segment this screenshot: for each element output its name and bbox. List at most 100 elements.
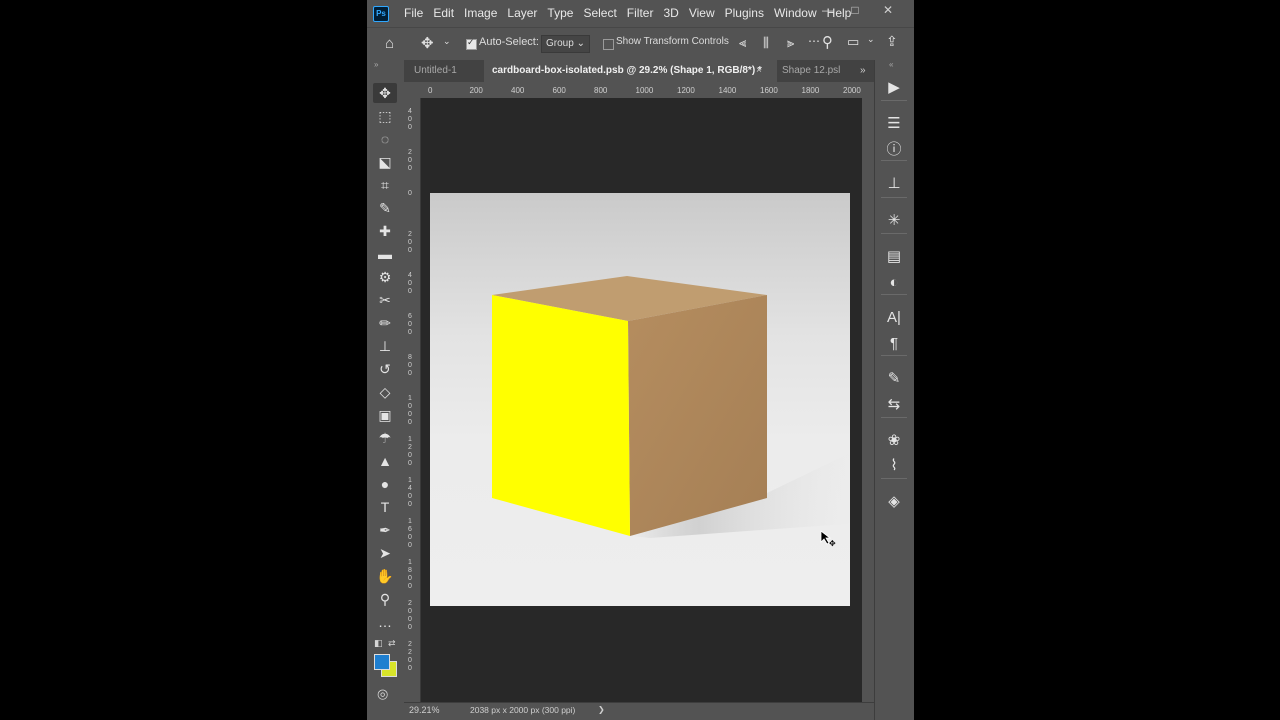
menu-items: File Edit Image Layer Type Select Filter… <box>399 0 856 27</box>
vertical-scrollbar[interactable] <box>862 98 874 702</box>
auto-select-checkbox[interactable] <box>466 37 477 50</box>
healing-brush-tool[interactable]: ▬ <box>373 244 397 264</box>
show-transform-checkbox[interactable] <box>603 39 614 50</box>
menu-3d[interactable]: 3D <box>658 0 683 27</box>
hand-tool[interactable]: ✋ <box>373 566 397 586</box>
paths-icon[interactable]: ⌇ <box>879 454 909 478</box>
auto-select-dropdown[interactable]: Group ⌄ <box>541 35 590 53</box>
align-center-icon[interactable]: ⫼ <box>763 35 769 51</box>
type-tool[interactable]: T <box>373 497 397 517</box>
share-icon[interactable]: ⇪ <box>886 33 898 50</box>
ruler-v-label: 4 0 0 <box>408 272 412 295</box>
menu-image[interactable]: Image <box>459 0 502 27</box>
marquee-tool[interactable]: ⬚ <box>373 106 397 126</box>
info-icon[interactable]: ⓘ <box>879 138 909 162</box>
document-canvas[interactable] <box>430 193 850 606</box>
dodge-tool[interactable]: ● <box>373 474 397 494</box>
ruler-h-label: 1400 <box>718 86 737 95</box>
panel-separator <box>881 100 907 101</box>
tab-cardboard-box[interactable]: cardboard-box-isolated.psb @ 29.2% (Shap… <box>484 60 777 82</box>
tab-shape-12[interactable]: Shape 12.psl <box>782 60 852 82</box>
adjustments-icon[interactable]: ☰ <box>879 112 909 136</box>
history-brush-tool[interactable]: ↺ <box>373 359 397 379</box>
path-select-tool[interactable]: ➤ <box>373 543 397 563</box>
menu-type[interactable]: Type <box>542 0 578 27</box>
object-select-tool[interactable]: ⬕ <box>373 152 397 172</box>
blur-tool[interactable]: ☂ <box>373 428 397 448</box>
more-options-icon[interactable]: ⋯ <box>808 34 820 48</box>
paragraph-icon[interactable]: ¶ <box>879 332 909 356</box>
workspace-icon[interactable]: ▭ <box>847 34 859 50</box>
lasso-tool[interactable]: ◌ <box>373 129 397 149</box>
options-bar: ⌂ ✥ ⌄ Auto-Select: Group ⌄ Show Transfor… <box>367 27 914 61</box>
ruler-h-label: 800 <box>594 86 608 95</box>
ruler-v-label: 2 2 0 0 <box>408 641 412 672</box>
show-transform-label: Show Transform Controls <box>616 36 729 47</box>
menu-window[interactable]: Window <box>769 0 822 27</box>
navigator-icon[interactable]: ✳ <box>879 209 909 233</box>
play-icon[interactable]: ▶ <box>879 76 909 100</box>
zoom-tool[interactable]: ⚲ <box>373 589 397 609</box>
chevron-down-icon[interactable]: ⌄ <box>867 34 875 45</box>
move-tool-preset-icon[interactable]: ✥ <box>421 34 434 52</box>
menu-edit[interactable]: Edit <box>428 0 459 27</box>
home-icon[interactable]: ⌂ <box>385 35 394 52</box>
mouse-cursor-icon: ✥ <box>820 530 836 548</box>
chevron-down-icon[interactable]: ⌄ <box>443 36 451 47</box>
menu-plugins[interactable]: Plugins <box>720 0 769 27</box>
stamp-icon[interactable]: ⊥ <box>879 172 909 196</box>
clone-stamp-tool[interactable]: ⊥ <box>373 336 397 356</box>
menu-select[interactable]: Select <box>578 0 621 27</box>
tab-overflow-icon[interactable]: » <box>860 60 874 82</box>
default-colors-icon[interactable]: ◧ <box>374 638 383 649</box>
menu-layer[interactable]: Layer <box>502 0 542 27</box>
zoom-level[interactable]: 29.21% <box>409 705 440 715</box>
brush-tool[interactable]: ✏ <box>373 313 397 333</box>
cardboard-box-image <box>492 276 850 538</box>
menu-file[interactable]: File <box>399 0 428 27</box>
tab-untitled-1[interactable]: Untitled-1 <box>404 60 486 82</box>
eraser-tool[interactable]: ◇ <box>373 382 397 402</box>
close-window-button[interactable]: ✕ <box>881 3 895 17</box>
auto-select-label: Auto-Select: <box>479 36 539 48</box>
ruler-v-label: 1 0 0 0 <box>408 395 412 426</box>
align-right-icon[interactable]: ⫸ <box>787 35 794 51</box>
menu-view[interactable]: View <box>684 0 720 27</box>
color-icon[interactable]: ◐ <box>879 271 909 295</box>
ruler-v-label: 2 0 0 <box>408 231 412 254</box>
eyedropper-tool[interactable]: ✎ <box>373 198 397 218</box>
pen-tool[interactable]: ✒ <box>373 520 397 540</box>
content-aware-move-tool[interactable]: ✂ <box>373 290 397 310</box>
collapse-icon[interactable]: » <box>374 60 378 69</box>
more-tools[interactable]: … <box>373 612 397 632</box>
quick-mask-icon[interactable]: ◎ <box>377 686 388 702</box>
ruler-h-label: 400 <box>511 86 525 95</box>
sliders-icon[interactable]: ⇆ <box>879 393 909 417</box>
patch-tool[interactable]: ⚙ <box>373 267 397 287</box>
minimize-button[interactable]: — <box>821 3 835 17</box>
status-menu-arrow-icon[interactable]: ❯ <box>598 705 605 714</box>
move-tool[interactable]: ✥ <box>373 83 397 103</box>
maximize-button[interactable]: □ <box>848 3 862 17</box>
libraries-icon[interactable]: ▤ <box>879 245 909 269</box>
foreground-color-swatch[interactable] <box>374 654 390 670</box>
spot-healing-tool[interactable]: ✚ <box>373 221 397 241</box>
align-left-icon[interactable]: ⫷ <box>739 35 746 51</box>
menu-filter[interactable]: Filter <box>622 0 659 27</box>
ruler-h-label: 200 <box>469 86 483 95</box>
ruler-h-label: 1200 <box>677 86 695 95</box>
gradient-tool[interactable]: ▣ <box>373 405 397 425</box>
layers-icon[interactable]: ◈ <box>879 490 909 514</box>
character-icon[interactable]: A| <box>879 306 909 330</box>
sharpen-tool[interactable]: ▲ <box>373 451 397 471</box>
channels-icon[interactable]: ❀ <box>879 429 909 453</box>
swap-colors-icon[interactable]: ⇄ <box>388 638 396 649</box>
collapse-icon[interactable]: « <box>889 60 893 69</box>
crop-tool[interactable]: ⌗ <box>373 175 397 195</box>
brush-settings-icon[interactable]: ✎ <box>879 367 909 391</box>
search-icon[interactable]: ⚲ <box>822 33 833 51</box>
canvas-area[interactable] <box>421 98 862 702</box>
ruler-v-label: 1 2 0 0 <box>408 436 412 467</box>
close-tab-icon[interactable]: × <box>756 60 762 82</box>
panel-separator <box>881 233 907 234</box>
